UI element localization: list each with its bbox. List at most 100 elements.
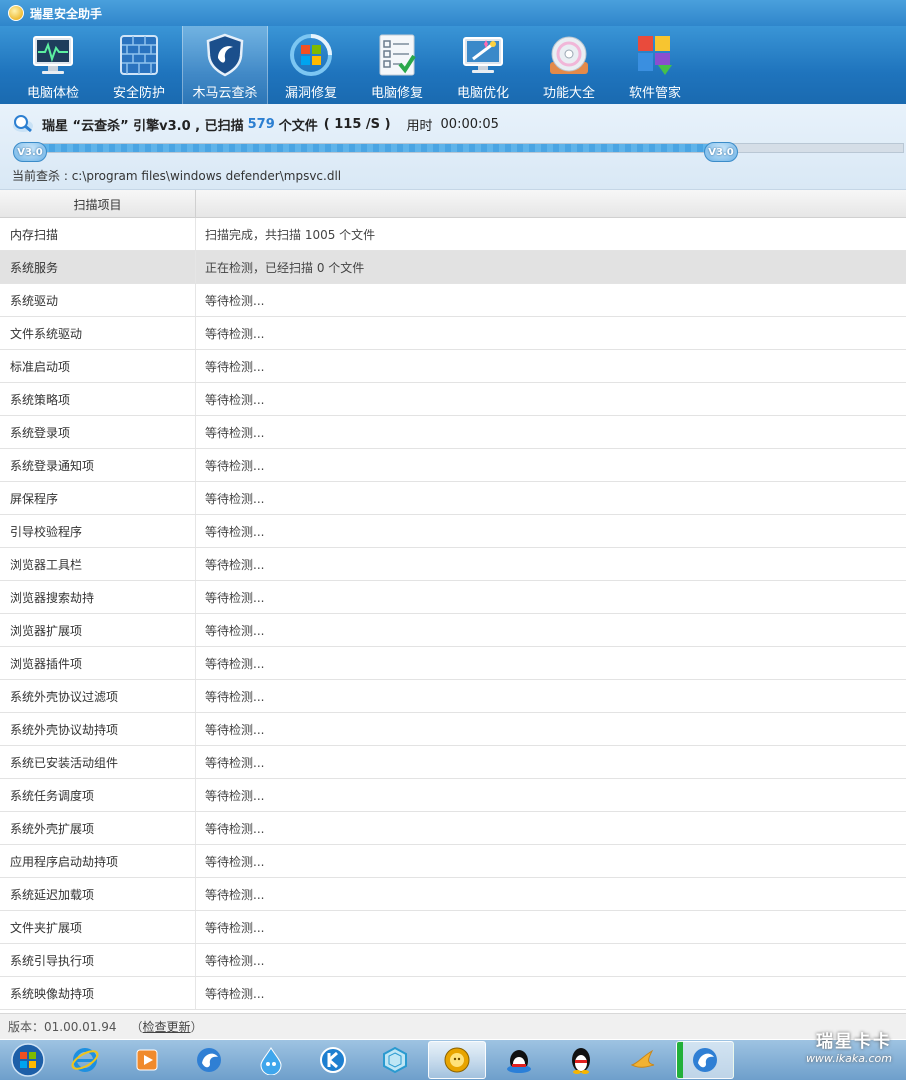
scan-summary: 瑞星 “云查杀” 引擎v3.0 , 已扫描 579 个文件 ( 115 /S )… xyxy=(12,114,499,134)
scan-item-status: 等待检测... xyxy=(205,491,265,506)
table-row[interactable]: 系统外壳扩展项 等待检测... xyxy=(0,812,906,845)
table-row[interactable]: 系统任务调度项 等待检测... xyxy=(0,779,906,812)
media-player-icon xyxy=(136,1049,158,1071)
column-header-status[interactable] xyxy=(196,190,906,218)
table-row[interactable]: 文件系统驱动 等待检测... xyxy=(0,317,906,350)
scan-item-name: 系统驱动 xyxy=(0,284,196,316)
scan-item-status: 扫描完成，共扫描 1005 个文件 xyxy=(205,227,376,242)
scan-item-status: 等待检测... xyxy=(205,359,265,374)
status-footer: 版本：01.00.01.94 （检查更新） xyxy=(0,1013,906,1039)
tool-trojan-cloud-scan[interactable]: 木马云查杀 xyxy=(182,26,268,104)
table-row[interactable]: 系统引导执行项 等待检测... xyxy=(0,944,906,977)
scan-item-name: 文件夹扩展项 xyxy=(0,911,196,943)
scan-item-status: 正在检测，已经扫描 0 个文件 xyxy=(205,260,365,275)
table-row[interactable]: 系统登录项 等待检测... xyxy=(0,416,906,449)
engine-badge-progress: V3.0 xyxy=(704,142,738,162)
qq-penguin-icon xyxy=(572,1048,590,1074)
water-drop-icon xyxy=(260,1047,282,1075)
taskbar-qq[interactable] xyxy=(552,1041,610,1079)
table-row[interactable]: 系统映像劫持项 等待检测... xyxy=(0,977,906,1010)
scan-item-status: 等待检测... xyxy=(205,458,265,473)
files-count: 579 xyxy=(247,116,275,132)
scan-item-name: 系统任务调度项 xyxy=(0,779,196,811)
table-row[interactable]: 系统外壳协议过滤项 等待检测... xyxy=(0,680,906,713)
tool-vulnerability-repair[interactable]: 漏洞修复 xyxy=(268,26,354,104)
tool-software-manager[interactable]: 软件管家 xyxy=(612,26,698,104)
tool-label: 安全防护 xyxy=(112,86,165,101)
start-button[interactable] xyxy=(4,1041,52,1079)
scan-item-name: 应用程序启动劫持项 xyxy=(0,845,196,877)
internet-explorer-icon xyxy=(71,1048,99,1072)
scan-item-status: 等待检测... xyxy=(205,557,265,572)
scan-item-name: 系统登录项 xyxy=(0,416,196,448)
taskbar-rising-globe[interactable] xyxy=(180,1041,238,1079)
scan-item-name: 系统已安装活动组件 xyxy=(0,746,196,778)
engine-badge-start: V3.0 xyxy=(13,142,47,162)
taskbar-rising-assistant[interactable] xyxy=(428,1041,486,1079)
table-row[interactable]: 引导校验程序 等待检测... xyxy=(0,515,906,548)
tool-label: 电脑修复 xyxy=(370,86,423,101)
scan-item-status: 等待检测... xyxy=(205,689,265,704)
table-row[interactable]: 系统策略项 等待检测... xyxy=(0,383,906,416)
table-row[interactable]: 屏保程序 等待检测... xyxy=(0,482,906,515)
taskbar-ie[interactable] xyxy=(56,1041,114,1079)
tool-label: 功能大全 xyxy=(542,86,595,101)
taskbar-media-player[interactable] xyxy=(118,1041,176,1079)
scan-item-status: 等待检测... xyxy=(205,788,265,803)
scan-item-name: 标准启动项 xyxy=(0,350,196,382)
table-row[interactable]: 内存扫描 扫描完成，共扫描 1005 个文件 xyxy=(0,218,906,251)
rising-globe-icon xyxy=(197,1048,221,1072)
monitor-heartbeat-icon xyxy=(33,36,73,74)
check-update-link[interactable]: 检查更新 xyxy=(143,1020,191,1034)
table-row[interactable]: 文件夹扩展项 等待检测... xyxy=(0,911,906,944)
windows-update-icon xyxy=(290,34,332,76)
table-row[interactable]: 系统驱动 等待检测... xyxy=(0,284,906,317)
table-row[interactable]: 浏览器搜索劫持 等待检测... xyxy=(0,581,906,614)
app-title: 瑞星安全助手 xyxy=(30,6,103,21)
table-row[interactable]: 系统外壳协议劫持项 等待检测... xyxy=(0,713,906,746)
scan-item-name: 浏览器插件项 xyxy=(0,647,196,679)
scan-item-name: 系统外壳协议劫持项 xyxy=(0,713,196,745)
scan-item-status: 等待检测... xyxy=(205,524,265,539)
table-row[interactable]: 浏览器工具栏 等待检测... xyxy=(0,548,906,581)
watermark-title: 瑞星卡卡 xyxy=(816,1032,892,1052)
shield-hex-icon xyxy=(383,1046,407,1074)
scan-items-table: 扫描项目 内存扫描 扫描完成，共扫描 1005 个文件 系统服务 正在检测，已经扫描 … xyxy=(0,190,906,1010)
taskbar-k-app[interactable] xyxy=(304,1041,362,1079)
column-header-item[interactable]: 扫描项目 xyxy=(0,190,196,218)
scan-item-status: 等待检测... xyxy=(205,722,265,737)
tool-security-protection[interactable]: 安全防护 xyxy=(96,26,182,104)
taskbar-rising-active[interactable] xyxy=(676,1041,734,1079)
qq-game-icon xyxy=(507,1050,531,1073)
tool-label: 电脑优化 xyxy=(456,86,509,101)
scan-item-name: 系统服务 xyxy=(0,251,196,283)
table-row[interactable]: 系统服务 正在检测，已经扫描 0 个文件 xyxy=(0,251,906,284)
table-row[interactable]: 浏览器插件项 等待检测... xyxy=(0,647,906,680)
tool-pc-optimize[interactable]: 电脑优化 xyxy=(440,26,526,104)
tool-pc-checkup[interactable]: 电脑体检 xyxy=(10,26,96,104)
site-watermark: 瑞星卡卡 www.ikaka.com xyxy=(806,1027,892,1065)
engine-text: 瑞星 “云查杀” 引擎v3.0 , 已扫描 xyxy=(42,118,244,134)
table-row[interactable]: 系统延迟加载项 等待检测... xyxy=(0,878,906,911)
scan-item-name: 引导校验程序 xyxy=(0,515,196,547)
tool-pc-repair[interactable]: 电脑修复 xyxy=(354,26,440,104)
scan-item-name: 浏览器扩展项 xyxy=(0,614,196,646)
taskbar-bird-app[interactable] xyxy=(614,1041,672,1079)
wand-monitor-icon xyxy=(463,37,503,73)
scan-item-name: 内存扫描 xyxy=(0,218,196,250)
table-row[interactable]: 浏览器扩展项 等待检测... xyxy=(0,614,906,647)
scan-item-name: 系统登录通知项 xyxy=(0,449,196,481)
tool-all-functions[interactable]: 功能大全 xyxy=(526,26,612,104)
table-row[interactable]: 标准启动项 等待检测... xyxy=(0,350,906,383)
shield-icon xyxy=(206,33,244,77)
scan-item-name: 屏保程序 xyxy=(0,482,196,514)
scan-item-status: 等待检测... xyxy=(205,986,265,1001)
table-row[interactable]: 系统已安装活动组件 等待检测... xyxy=(0,746,906,779)
table-body: 内存扫描 扫描完成，共扫描 1005 个文件 系统服务 正在检测，已经扫描 0 个文件… xyxy=(0,218,906,1010)
taskbar-shield-app[interactable] xyxy=(366,1041,424,1079)
scan-item-status: 等待检测... xyxy=(205,887,265,902)
table-row[interactable]: 系统登录通知项 等待检测... xyxy=(0,449,906,482)
table-row[interactable]: 应用程序启动劫持项 等待检测... xyxy=(0,845,906,878)
taskbar-water-drop[interactable] xyxy=(242,1041,300,1079)
taskbar-qq-game[interactable] xyxy=(490,1041,548,1079)
